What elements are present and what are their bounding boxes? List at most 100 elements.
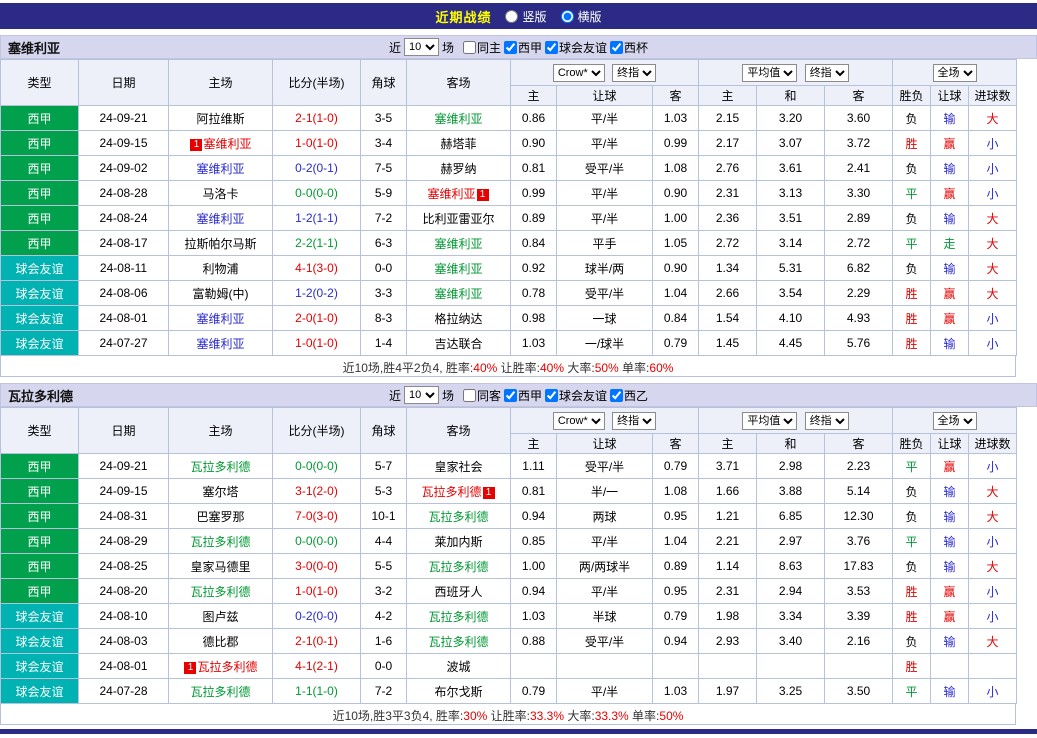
odds-cell: 0.89: [511, 206, 557, 231]
match-row: 球会友谊24-08-03德比郡2-1(0-1)1-6瓦拉多利德0.88受平/半0…: [1, 629, 1017, 654]
match-date: 24-08-31: [79, 504, 169, 529]
average-select[interactable]: 平均值: [742, 412, 797, 430]
result-cell: 输: [931, 679, 969, 704]
home-team-cell: 塞维利亚: [169, 331, 273, 356]
filter-friendly[interactable]: 球会友谊: [545, 387, 607, 404]
bookmaker-select[interactable]: Crow*: [553, 64, 605, 82]
league-badge: 西甲: [1, 106, 79, 131]
team-label: 赫罗纳: [440, 162, 476, 176]
odds-stage-select[interactable]: 终指: [612, 412, 656, 430]
match-count-select[interactable]: 10: [404, 38, 439, 56]
checkbox-label: 西甲: [518, 387, 542, 404]
scope-select[interactable]: 全场: [933, 412, 977, 430]
col-header-corner: 角球: [361, 60, 407, 106]
filter-laliga[interactable]: 西甲: [504, 387, 542, 404]
away-team-cell: 塞维利亚: [407, 256, 511, 281]
result-cell: 平: [893, 679, 931, 704]
filter-controls: 近 10 场 同客 西甲 球会友谊 西乙: [389, 386, 648, 404]
stats-summary: 近10场,胜4平2负4, 胜率:40% 让胜率:40% 大率:50% 单率:60…: [0, 356, 1016, 377]
result-cell: 胜: [893, 654, 931, 679]
laliga-checkbox[interactable]: [504, 41, 517, 54]
score-cell: 1-0(1-0): [273, 131, 361, 156]
team-label: 瓦拉多利德: [428, 610, 488, 624]
corner-cell: 3-5: [361, 106, 407, 131]
friendly-checkbox[interactable]: [545, 389, 558, 402]
team-label: 皇家马德里: [190, 560, 250, 574]
copa-checkbox[interactable]: [610, 41, 623, 54]
team-label: 塞维利亚: [203, 137, 251, 151]
summary-segment: 50%: [659, 709, 683, 723]
subcol-goals-result: 进球数: [969, 86, 1017, 106]
odds-cell: 2.89: [825, 206, 893, 231]
result-cell: 输: [931, 629, 969, 654]
horizontal-radio[interactable]: [561, 10, 574, 23]
scope-select[interactable]: 全场: [933, 64, 977, 82]
odds-cell: 3.54: [757, 281, 825, 306]
match-date: 24-09-21: [79, 454, 169, 479]
odds-group-average: 平均值 终指: [699, 408, 893, 434]
odds-cell: 1.03: [653, 106, 699, 131]
filter-same-venue[interactable]: 同主: [463, 39, 501, 56]
odds-cell: 0.94: [511, 504, 557, 529]
odds-cell: 0.78: [511, 281, 557, 306]
score-cell: 0-0(0-0): [273, 454, 361, 479]
result-cell: 小: [969, 156, 1017, 181]
odds-cell: 平/半: [557, 579, 653, 604]
score-cell: 0-2(0-0): [273, 604, 361, 629]
filter-same-venue[interactable]: 同客: [463, 387, 501, 404]
same-venue-checkbox[interactable]: [463, 41, 476, 54]
filter-friendly[interactable]: 球会友谊: [545, 39, 607, 56]
league-badge: 球会友谊: [1, 256, 79, 281]
subcol-avg-home: 主: [699, 434, 757, 454]
match-date: 24-08-11: [79, 256, 169, 281]
result-cell: 赢: [931, 454, 969, 479]
score-cell: 1-1(1-0): [273, 679, 361, 704]
match-count-select[interactable]: 10: [404, 386, 439, 404]
result-cell: 大: [969, 479, 1017, 504]
home-team-cell: 瓦拉多利德: [169, 679, 273, 704]
vertical-radio-label: 竖版: [522, 8, 546, 25]
odds-cell: 12.30: [825, 504, 893, 529]
same-venue-checkbox[interactable]: [463, 389, 476, 402]
odds-cell: 0.81: [511, 156, 557, 181]
league-badge: 西甲: [1, 479, 79, 504]
result-cell: 负: [893, 479, 931, 504]
league-badge: 西甲: [1, 156, 79, 181]
layout-radio-horizontal[interactable]: 横版: [561, 8, 602, 25]
vertical-radio[interactable]: [505, 10, 518, 23]
friendly-checkbox[interactable]: [545, 41, 558, 54]
result-cell: 小: [969, 679, 1017, 704]
average-stage-select[interactable]: 终指: [805, 412, 849, 430]
match-row: 球会友谊24-08-011瓦拉多利德4-1(2-1)0-0波城胜: [1, 654, 1017, 679]
odds-cell: 平/半: [557, 529, 653, 554]
result-cell: 负: [893, 629, 931, 654]
result-cell: 负: [893, 554, 931, 579]
odds-cell: 2.17: [699, 131, 757, 156]
layout-radio-vertical[interactable]: 竖版: [505, 8, 546, 25]
laliga-checkbox[interactable]: [504, 389, 517, 402]
odds-cell: 受平/半: [557, 281, 653, 306]
odds-cell: 3.39: [825, 604, 893, 629]
odds-cell: 2.72: [825, 231, 893, 256]
filter-laliga[interactable]: 西甲: [504, 39, 542, 56]
result-cell: 输: [931, 206, 969, 231]
team-label: 塞维利亚: [427, 187, 475, 201]
corner-cell: 10-1: [361, 504, 407, 529]
filter-copa[interactable]: 西杯: [610, 39, 648, 56]
odds-cell: 1.03: [511, 331, 557, 356]
result-cell: 负: [893, 156, 931, 181]
result-cell: 负: [893, 106, 931, 131]
odds-stage-select[interactable]: 终指: [612, 64, 656, 82]
odds-cell: 3.71: [699, 454, 757, 479]
filter-segunda[interactable]: 西乙: [610, 387, 648, 404]
average-stage-select[interactable]: 终指: [805, 64, 849, 82]
match-row: 西甲24-08-28马洛卡0-0(0-0)5-9塞维利亚10.99平/半0.90…: [1, 181, 1017, 206]
home-team-cell: 瓦拉多利德: [169, 529, 273, 554]
league-badge: 西甲: [1, 504, 79, 529]
odds-cell: 3.14: [757, 231, 825, 256]
average-select[interactable]: 平均值: [742, 64, 797, 82]
bookmaker-select[interactable]: Crow*: [553, 412, 605, 430]
segunda-checkbox[interactable]: [610, 389, 623, 402]
match-date: 24-08-20: [79, 579, 169, 604]
result-cell: 小: [969, 306, 1017, 331]
